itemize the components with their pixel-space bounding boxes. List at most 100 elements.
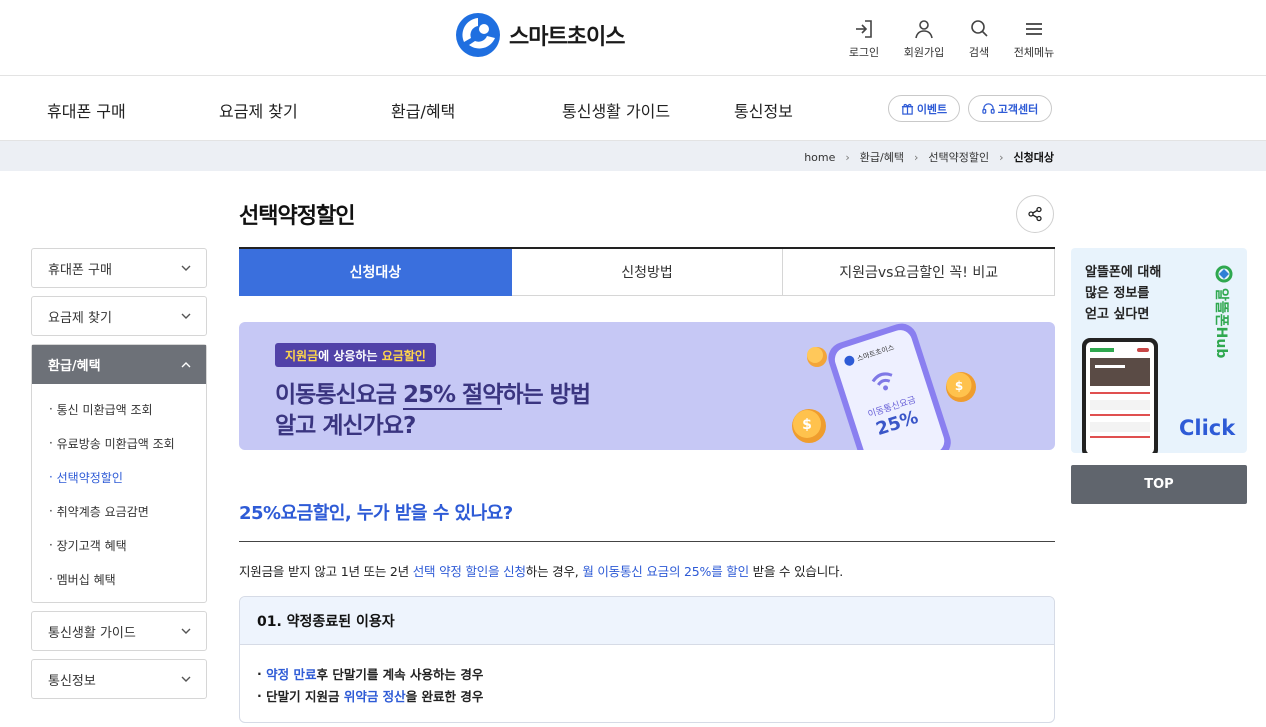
search-label: 검색 [968, 46, 990, 59]
card-line: · 단말기 지원금 위약금 정산 을 완료한 경우 [257, 684, 1054, 706]
side-sub-label: 선택약정할인 [56, 470, 123, 485]
side-sub-item[interactable]: · 취약계층 요금감면 [32, 494, 206, 528]
phone-illustration: $ $ 스마트초이스 이동통신요금 25% [792, 323, 976, 450]
bullet: · [49, 402, 57, 416]
side-sub-item[interactable]: · 장기고객 혜택 [32, 528, 206, 562]
site-logo[interactable]: 스마트초이스 [455, 11, 625, 59]
tab-compare[interactable]: 지원금vs요금할인 꼭! 비교 [783, 249, 1056, 296]
bullet: · [257, 687, 267, 703]
support-button[interactable]: 고객센터 [968, 95, 1052, 122]
tab-target[interactable]: 신청대상 [239, 249, 512, 296]
side-item-refund[interactable]: 환급/혜택 [32, 345, 206, 384]
chevron-right-icon: › [999, 150, 1004, 164]
login-icon [856, 20, 872, 38]
chevron-down-icon [181, 676, 191, 682]
headset-icon [982, 103, 995, 114]
gnb-item-plan[interactable]: 요금제 찾기 [219, 98, 298, 122]
eligibility-card: 01. 약정종료된 이용자 · 약정 만료 후 단말기를 계속 사용하는 경우 ·… [239, 596, 1055, 723]
side-sub-item-active[interactable]: · 선택약정할인 [32, 460, 206, 494]
side-sub-label: 통신 미환급액 조회 [56, 402, 153, 417]
bullet: · [49, 572, 57, 586]
desc-text: 지원금을 받지 않고 1년 또는 2년 [239, 564, 413, 579]
banner-text: 이동통신요금 [275, 382, 403, 408]
mvno-hub-ad[interactable]: 알뜰폰에 대해 많은 정보를 얻고 싶다면 알뜰폰Hub Click [1071, 248, 1247, 453]
chevron-down-icon [181, 628, 191, 634]
side-sub-label: 취약계층 요금감면 [56, 504, 149, 519]
ad-line: 알뜰폰에 대해 [1085, 265, 1162, 280]
signup-label: 회원가입 [903, 46, 945, 59]
banner-tag-highlight: 요금할인 [381, 348, 426, 363]
breadcrumb-home[interactable]: home [804, 151, 835, 164]
tab-method[interactable]: 신청방법 [511, 249, 784, 296]
support-label: 고객센터 [997, 102, 1039, 116]
gift-icon [901, 103, 913, 115]
chevron-down-icon [181, 265, 191, 271]
bullet: · [257, 665, 267, 681]
section-description: 지원금을 받지 않고 1년 또는 2년 선택 약정 할인을 신청하는 경우, 월… [239, 561, 843, 580]
desc-text: 받을 수 있습니다. [748, 564, 844, 579]
login-link[interactable]: 로그인 [838, 18, 890, 60]
breadcrumb-current: 신청대상 [1013, 151, 1054, 164]
event-label: 이벤트 [916, 102, 948, 116]
side-sub-item[interactable]: · 멤버십 혜택 [32, 562, 206, 596]
bullet: · [49, 538, 57, 552]
all-menu-link[interactable]: 전체메뉴 [1008, 18, 1060, 60]
side-item-label: 환급/혜택 [48, 359, 101, 374]
chevron-right-icon: › [913, 150, 919, 164]
mvno-hub-logo: 알뜰폰Hub [1213, 265, 1233, 358]
side-item-phone[interactable]: 휴대폰 구매 [31, 248, 207, 288]
bullet: · [49, 504, 57, 518]
card-text: 후 단말기를 계속 사용하는 경우 [316, 666, 484, 682]
desc-highlight: 선택 약정 할인을 신청 [412, 564, 526, 579]
side-sub-label: 장기고객 혜택 [56, 538, 127, 553]
chevron-right-icon: › [845, 150, 850, 164]
card-text: 단말기 지원금 [266, 688, 344, 704]
search-link[interactable]: 검색 [953, 18, 1005, 60]
bullet: · [49, 470, 57, 484]
content-tabs: 신청대상 신청방법 지원금vs요금할인 꼭! 비교 [239, 247, 1056, 296]
menu-icon [1026, 23, 1042, 35]
side-item-label: 요금제 찾기 [48, 310, 112, 326]
event-button[interactable]: 이벤트 [888, 95, 960, 122]
side-item-plan[interactable]: 요금제 찾기 [31, 296, 207, 336]
ad-line: 얻고 싶다면 [1085, 307, 1150, 322]
login-label: 로그인 [848, 46, 880, 59]
card-highlight: 위약금 정산 [343, 688, 406, 704]
ad-line: 많은 정보를 [1085, 286, 1150, 301]
svg-text:$: $ [802, 417, 812, 433]
side-sub-item[interactable]: · 유료방송 미환급액 조회 [32, 426, 206, 460]
gnb-item-info[interactable]: 통신정보 [734, 98, 793, 122]
side-item-guide[interactable]: 통신생활 가이드 [31, 611, 207, 651]
gnb-item-phone[interactable]: 휴대폰 구매 [47, 98, 126, 122]
breadcrumb-item-discount[interactable]: 선택약정할인 [928, 149, 989, 165]
global-nav: 휴대폰 구매 요금제 찾기 환급/혜택 통신생활 가이드 통신정보 이벤트 고객… [0, 76, 1266, 141]
logo-icon [456, 13, 500, 57]
banner-headline-1: 이동통신요금 25% 절약하는 방법 [275, 375, 591, 410]
bullet: · [49, 436, 57, 450]
side-sub-label: 유료방송 미환급액 조회 [56, 436, 175, 451]
user-icon [915, 20, 933, 39]
phone-screenshot-illustration [1082, 338, 1158, 453]
banner-headline-2: 알고 계신가요? [275, 413, 416, 439]
svg-text:$: $ [955, 379, 963, 393]
desc-text: 하는 경우, [525, 564, 583, 579]
side-sub-list: · 통신 미환급액 조회 · 유료방송 미환급액 조회 · 선택약정할인 · 취… [32, 384, 206, 602]
share-button[interactable] [1016, 195, 1054, 233]
gnb-item-guide[interactable]: 통신생활 가이드 [562, 98, 670, 122]
logo-text: 스마트초이스 [509, 25, 625, 50]
side-item-info[interactable]: 통신정보 [31, 659, 207, 699]
banner-text: 하는 방법 [502, 382, 591, 408]
banner-tag: 지원금 에 상응하는 요금할인 [275, 343, 436, 367]
gnb-item-refund[interactable]: 환급/혜택 [391, 98, 455, 122]
card-title: 01. 약정종료된 이용자 [240, 597, 1054, 645]
desc-highlight: 월 이동통신 요금의 25%를 할인 [582, 564, 749, 579]
breadcrumb-item-refund[interactable]: 환급/혜택 [860, 149, 904, 165]
svg-text:알뜰폰Hub: 알뜰폰Hub [1213, 288, 1229, 358]
card-text: 을 완료한 경우 [405, 688, 484, 704]
side-item-label: 통신정보 [48, 673, 96, 689]
chevron-up-icon [181, 361, 191, 367]
ad-text: 알뜰폰에 대해 많은 정보를 얻고 싶다면 [1085, 262, 1161, 325]
side-sub-item[interactable]: · 통신 미환급액 조회 [32, 392, 206, 426]
signup-link[interactable]: 회원가입 [898, 18, 950, 60]
top-button[interactable]: TOP [1071, 465, 1247, 504]
